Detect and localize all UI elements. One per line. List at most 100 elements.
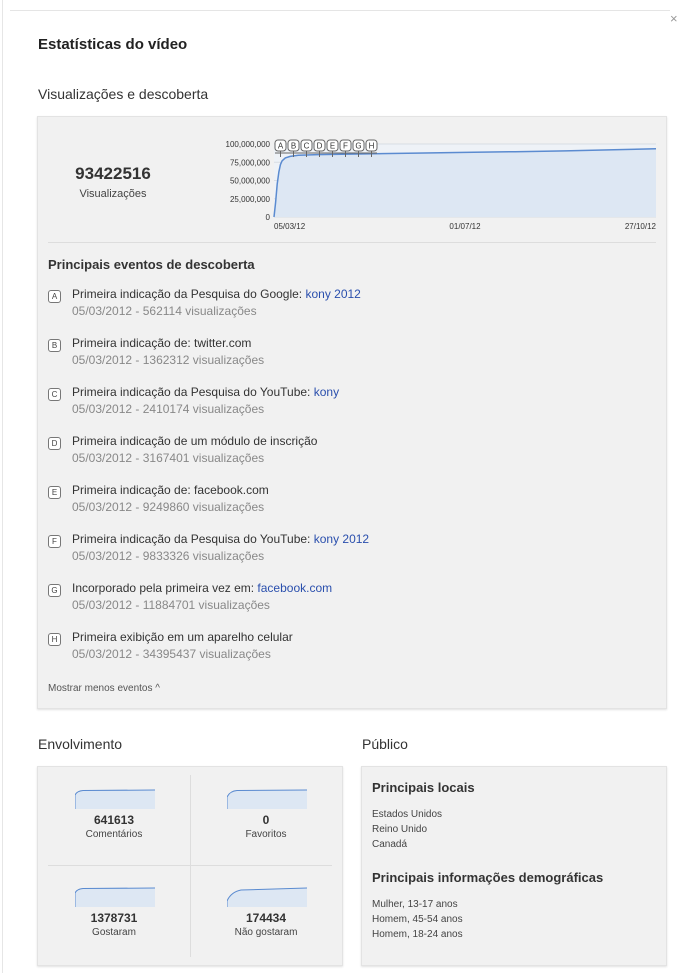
dislikes-metric: 174434 Não gostaram bbox=[190, 865, 342, 963]
total-views: 93422516 bbox=[75, 164, 151, 183]
views-card: 93422516 Visualizações 100,000,000 75,000… bbox=[37, 116, 667, 709]
event-badge: C bbox=[48, 388, 61, 401]
event-text: Primeira indicação da Pesquisa do Google… bbox=[72, 287, 306, 301]
event-badge: G bbox=[48, 584, 61, 597]
x-tick-label: 01/07/12 bbox=[449, 222, 481, 231]
dislikes-sparkline bbox=[227, 887, 307, 907]
event-marker-label: E bbox=[330, 142, 335, 151]
top-locations-title: Principais locais bbox=[372, 780, 475, 795]
event-item: H Primeira exibição em um aparelho celula… bbox=[48, 630, 648, 670]
comments-metric: 641613 Comentários bbox=[38, 767, 190, 865]
y-tick-label: 100,000,000 bbox=[226, 140, 271, 149]
event-marker-label: D bbox=[317, 142, 323, 151]
event-badge: B bbox=[48, 339, 61, 352]
dislikes-label: Não gostaram bbox=[234, 927, 298, 938]
likes-value: 1378731 bbox=[90, 911, 138, 925]
event-description: Primeira indicação de: twitter.com bbox=[72, 336, 251, 350]
event-badge: D bbox=[48, 437, 61, 450]
event-description: Primeira indicação da Pesquisa do YouTub… bbox=[72, 385, 339, 399]
event-link[interactable]: kony 2012 bbox=[305, 287, 360, 301]
dislikes-value: 174434 bbox=[245, 911, 287, 925]
event-marker-label: A bbox=[278, 142, 284, 151]
event-text: Incorporado pela primeira vez em: bbox=[72, 581, 258, 595]
location-item: Reino Unido bbox=[372, 824, 428, 835]
likes-metric: 1378731 Gostaram bbox=[38, 865, 190, 963]
event-link[interactable]: kony bbox=[314, 385, 339, 399]
demographic-item: Homem, 45-54 anos bbox=[372, 914, 463, 925]
y-tick-label: 50,000,000 bbox=[230, 177, 271, 186]
event-detail: 05/03/2012 - 11884701 visualizações bbox=[72, 598, 270, 612]
engagement-title: Envolvimento bbox=[38, 736, 123, 752]
comments-sparkline bbox=[75, 789, 155, 809]
event-detail: 05/03/2012 - 3167401 visualizações bbox=[72, 451, 265, 465]
divider bbox=[48, 242, 656, 243]
engagement-card: 641613 Comentários 0 Favoritos 1378731 G… bbox=[37, 766, 343, 966]
top-demographics-title: Principais informações demográficas bbox=[372, 870, 604, 885]
demographic-item: Homem, 18-24 anos bbox=[372, 929, 463, 940]
y-tick-label: 75,000,000 bbox=[230, 158, 271, 167]
event-item: E Primeira indicação de: facebook.com 05/0… bbox=[48, 483, 648, 523]
top-border bbox=[10, 10, 670, 11]
total-views-label: Visualizações bbox=[79, 188, 147, 200]
favorites-value: 0 bbox=[262, 813, 270, 827]
event-detail: 05/03/2012 - 1362312 visualizações bbox=[72, 353, 265, 367]
event-marker-label: G bbox=[355, 142, 361, 151]
event-marker-label: H bbox=[369, 142, 375, 151]
event-marker-label: B bbox=[291, 142, 296, 151]
audience-title: Público bbox=[362, 736, 408, 752]
favorites-sparkline bbox=[227, 789, 307, 809]
close-icon[interactable]: × bbox=[670, 12, 677, 25]
event-link[interactable]: facebook.com bbox=[257, 581, 332, 595]
event-description: Primeira indicação de um módulo de inscr… bbox=[72, 434, 317, 448]
event-detail: 05/03/2012 - 9249860 visualizações bbox=[72, 500, 265, 514]
views-chart: 100,000,000 75,000,000 50,000,000 25,000,00… bbox=[226, 139, 657, 231]
event-item: F Primeira indicação da Pesquisa do YouTu… bbox=[48, 532, 648, 572]
event-text: Primeira indicação da Pesquisa do YouTub… bbox=[72, 385, 314, 399]
audience-card: Principais locais Estados Unidos Reino U… bbox=[361, 766, 667, 966]
event-item: C Primeira indicação da Pesquisa do YouTu… bbox=[48, 385, 648, 425]
event-detail: 05/03/2012 - 9833326 visualizações bbox=[72, 549, 265, 563]
event-marker-label: C bbox=[304, 142, 310, 151]
event-text: Primeira exibição em um aparelho celular bbox=[72, 630, 293, 644]
event-detail: 05/03/2012 - 2410174 visualizações bbox=[72, 402, 265, 416]
event-badge: H bbox=[48, 633, 61, 646]
x-tick-label: 05/03/12 bbox=[274, 222, 306, 231]
event-badge: A bbox=[48, 290, 61, 303]
video-stats-panel: × Estatísticas do vídeo Visualizações e … bbox=[0, 0, 677, 973]
event-description: Primeira indicação da Pesquisa do YouTub… bbox=[72, 532, 369, 546]
favorites-label: Favoritos bbox=[245, 829, 287, 840]
event-text: Primeira indicação de um módulo de inscr… bbox=[72, 434, 318, 448]
event-detail: 05/03/2012 - 562114 visualizações bbox=[72, 304, 257, 318]
views-section-title: Visualizações e descoberta bbox=[38, 86, 209, 102]
likes-label: Gostaram bbox=[92, 927, 136, 938]
y-tick-label: 0 bbox=[266, 213, 271, 222]
y-tick-label: 25,000,000 bbox=[230, 195, 271, 204]
event-item: D Primeira indicação de um módulo de insc… bbox=[48, 434, 648, 474]
event-item: B Primeira indicação de: twitter.com 05/03… bbox=[48, 336, 648, 376]
event-badge: E bbox=[48, 486, 61, 499]
event-marker-label: F bbox=[343, 142, 348, 151]
demographic-item: Mulher, 13-17 anos bbox=[372, 899, 458, 910]
event-link[interactable]: kony 2012 bbox=[314, 532, 369, 546]
show-less-events-link[interactable]: Mostrar menos eventos ^ bbox=[48, 683, 160, 694]
event-description: Primeira exibição em um aparelho celular bbox=[72, 630, 293, 644]
event-text: Primeira indicação da Pesquisa do YouTub… bbox=[72, 532, 314, 546]
event-badge: F bbox=[48, 535, 61, 548]
event-item: G Incorporado pela primeira vez em: faceb… bbox=[48, 581, 648, 621]
comments-value: 641613 bbox=[93, 813, 135, 827]
favorites-metric: 0 Favoritos bbox=[190, 767, 342, 865]
views-area bbox=[274, 148, 656, 217]
x-tick-label: 27/10/12 bbox=[625, 222, 657, 231]
likes-sparkline bbox=[75, 887, 155, 907]
location-item: Canadá bbox=[372, 839, 408, 850]
event-text: Primeira indicação de: facebook.com bbox=[72, 483, 269, 497]
event-description: Primeira indicação da Pesquisa do Google… bbox=[72, 287, 361, 301]
event-text: Primeira indicação de: twitter.com bbox=[72, 336, 252, 350]
event-description: Incorporado pela primeira vez em: facebo… bbox=[72, 581, 332, 595]
comments-label: Comentários bbox=[85, 829, 143, 840]
event-detail: 05/03/2012 - 34395437 visualizações bbox=[72, 647, 271, 661]
event-description: Primeira indicação de: facebook.com bbox=[72, 483, 269, 497]
left-border bbox=[2, 0, 3, 973]
event-item: A Primeira indicação da Pesquisa do Googl… bbox=[48, 287, 648, 327]
page-title: Estatísticas do vídeo bbox=[38, 36, 188, 53]
